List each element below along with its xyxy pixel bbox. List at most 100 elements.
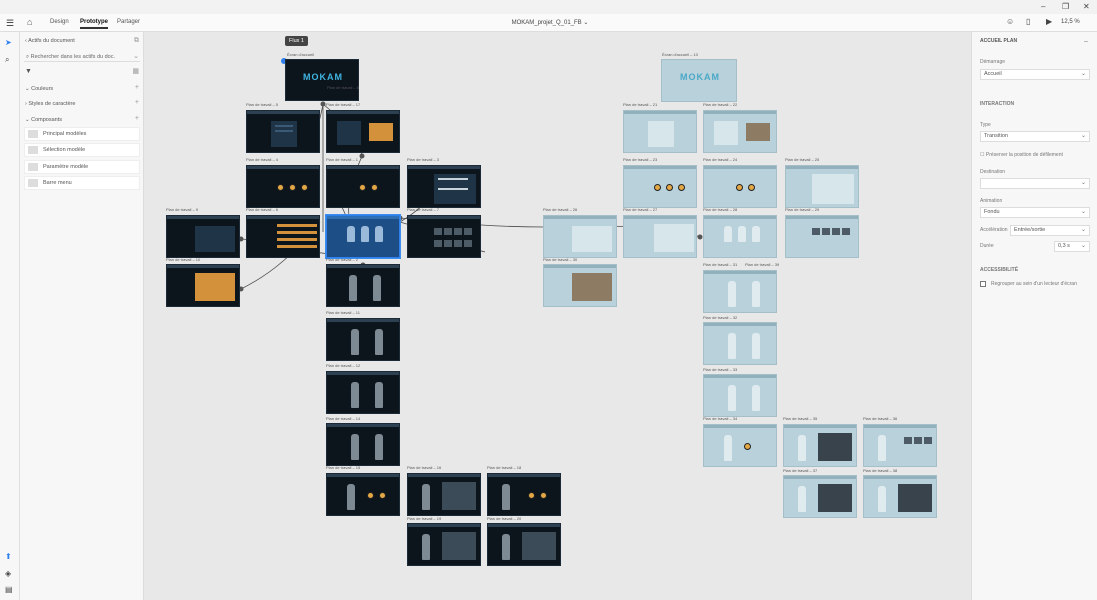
component-item[interactable]: Principal modèles bbox=[24, 127, 140, 141]
artboard-3[interactable] bbox=[407, 165, 481, 208]
tab-share[interactable]: Partager bbox=[117, 19, 140, 25]
artboard-label[interactable]: Plan de travail – 4 bbox=[246, 157, 278, 162]
artboard-label[interactable]: Plan de travail – 3 bbox=[407, 157, 439, 162]
assets-icon[interactable]: ▤ bbox=[5, 585, 13, 594]
plugins-icon[interactable]: ⬆ bbox=[5, 552, 12, 561]
artboard-label[interactable]: Plan de travail – 1 bbox=[326, 157, 358, 162]
artboard-label[interactable]: Plan de travail – 28 bbox=[703, 207, 737, 212]
artboard-33[interactable] bbox=[703, 374, 777, 417]
prototype-canvas[interactable]: Flux 1 Écran d'accueil MOKAM Plan de tra… bbox=[145, 32, 971, 600]
artboard-label[interactable]: Écran d'accueil bbox=[287, 52, 314, 57]
artboard-18[interactable] bbox=[487, 473, 561, 516]
duration-select[interactable]: 0,3 s ⌄ bbox=[1054, 241, 1090, 252]
artboard-label[interactable]: Plan de travail – 27 bbox=[623, 207, 657, 212]
artboard-label[interactable]: Écran d'accueil – 13 bbox=[662, 52, 698, 57]
layers-icon[interactable]: ◈ bbox=[5, 569, 11, 578]
artboard-1[interactable] bbox=[326, 165, 400, 208]
grid-view-icon[interactable]: ▦ bbox=[132, 67, 139, 75]
artboard-label[interactable]: Plan de travail – 16 bbox=[407, 465, 441, 470]
component-item[interactable]: Paramètre modèle bbox=[24, 160, 140, 174]
artboard-label[interactable]: Plan de travail – 29 bbox=[785, 207, 819, 212]
artboard-label[interactable]: Plan de travail – 7 bbox=[407, 207, 439, 212]
document-title[interactable]: MOKAM_projet_Q_01_FB ⌄ bbox=[500, 19, 600, 26]
artboard-15[interactable] bbox=[326, 473, 400, 516]
restore-icon[interactable]: ❐ bbox=[1062, 2, 1069, 11]
zoom-tool-icon[interactable]: ⌕ bbox=[5, 55, 9, 65]
tab-prototype[interactable]: Prototype bbox=[80, 19, 109, 29]
easing-select[interactable]: Entrée/sortie ⌄ bbox=[1010, 225, 1090, 236]
artboard-12[interactable] bbox=[326, 371, 400, 414]
select-tool-icon[interactable]: ➤ bbox=[5, 38, 12, 47]
artboard-label[interactable]: Plan de travail – 17 bbox=[326, 102, 360, 107]
artboard-5[interactable] bbox=[246, 110, 320, 153]
artboard-2[interactable] bbox=[326, 264, 400, 307]
artboard-label[interactable]: Plan de travail – 10 bbox=[166, 257, 200, 262]
filter-icon[interactable]: ▼ bbox=[25, 68, 32, 75]
home-icon[interactable]: ⌂ bbox=[27, 17, 32, 27]
artboard-11[interactable] bbox=[326, 318, 400, 361]
type-select[interactable]: Transition ⌄ bbox=[980, 131, 1090, 142]
artboard-label[interactable]: Plan de travail – 11 bbox=[326, 310, 360, 315]
artboard-label[interactable]: Plan de travail – 31 bbox=[703, 262, 737, 267]
component-item[interactable]: Barre menu bbox=[24, 176, 140, 190]
artboard-25[interactable] bbox=[785, 165, 859, 208]
artboard-7[interactable] bbox=[407, 215, 481, 258]
section-colors[interactable]: ⌄ Couleurs bbox=[25, 86, 53, 92]
artboard-label[interactable]: Plan de travail – 18 bbox=[487, 465, 521, 470]
artboard-16[interactable] bbox=[407, 473, 481, 516]
artboard-10[interactable] bbox=[166, 264, 240, 307]
preserve-scroll-checkbox[interactable]: ☐ Préserver la position de défilement bbox=[980, 152, 1063, 158]
component-item[interactable]: Sélection modèle bbox=[24, 143, 140, 157]
artboard-29[interactable] bbox=[785, 215, 859, 258]
artboard-35[interactable] bbox=[783, 424, 857, 467]
artboard-label[interactable]: Plan de travail – 35 bbox=[783, 416, 817, 421]
artboard-38[interactable] bbox=[863, 475, 937, 518]
artboard-label[interactable]: Plan de travail – 20 bbox=[487, 516, 521, 521]
artboard-label[interactable]: Plan de travail – 21 bbox=[623, 102, 657, 107]
artboard-28[interactable] bbox=[703, 215, 777, 258]
artboard-label[interactable]: Plan de travail – 14 bbox=[326, 416, 360, 421]
artboard-19[interactable] bbox=[407, 523, 481, 566]
artboard-selected[interactable] bbox=[325, 214, 401, 259]
artboard-label[interactable]: Plan de travail – 37 bbox=[783, 468, 817, 473]
artboard-30[interactable] bbox=[543, 264, 617, 307]
artboard-14[interactable] bbox=[326, 423, 400, 466]
add-component-icon[interactable]: + bbox=[135, 115, 139, 122]
device-preview-icon[interactable]: ▯ bbox=[1026, 17, 1030, 26]
artboard-6[interactable] bbox=[246, 215, 320, 258]
artboard-label[interactable]: Plan de travail – 34 bbox=[703, 416, 737, 421]
artboard-label[interactable]: Plan de travail – 2 bbox=[326, 257, 358, 262]
artboard-label[interactable]: Plan de travail – 23 bbox=[623, 157, 657, 162]
close-icon[interactable]: ✕ bbox=[1083, 2, 1090, 11]
artboard-label[interactable]: Plan de travail – 30 bbox=[543, 257, 577, 262]
artboard-4[interactable] bbox=[246, 165, 320, 208]
artboard-label[interactable]: Plan de travail – 8 bbox=[327, 85, 359, 90]
artboard-23[interactable] bbox=[623, 165, 697, 208]
animation-select[interactable]: Fondu ⌄ bbox=[980, 207, 1090, 218]
launch-select[interactable]: Accueil ⌄ bbox=[980, 69, 1090, 80]
artboard-20[interactable] bbox=[487, 523, 561, 566]
collapse-icon[interactable]: – bbox=[1084, 38, 1088, 45]
hamburger-menu-icon[interactable]: ☰ bbox=[6, 18, 14, 29]
artboard-label[interactable]: Plan de travail – 38 bbox=[863, 468, 897, 473]
artboard-22[interactable] bbox=[703, 110, 777, 153]
artboard-label[interactable]: Plan de travail – 39 bbox=[745, 262, 779, 267]
add-style-icon[interactable]: + bbox=[135, 99, 139, 106]
artboard-9[interactable] bbox=[166, 215, 240, 258]
assets-panel-header[interactable]: ‹ Actifs du document bbox=[25, 38, 75, 44]
artboard-label[interactable]: Plan de travail – 33 bbox=[703, 367, 737, 372]
artboard-label[interactable]: Plan de travail – 9 bbox=[166, 207, 198, 212]
add-color-icon[interactable]: + bbox=[135, 84, 139, 91]
zoom-level[interactable]: 12,5 % bbox=[1061, 19, 1080, 25]
section-components[interactable]: ⌄ Composants bbox=[25, 117, 62, 123]
screen-reader-checkbox[interactable] bbox=[980, 281, 986, 287]
destination-select[interactable]: ⌄ bbox=[980, 178, 1090, 189]
artboard-27[interactable] bbox=[623, 215, 697, 258]
account-icon[interactable]: ☺ bbox=[1006, 17, 1014, 26]
artboard-label[interactable]: Plan de travail – 15 bbox=[326, 465, 360, 470]
artboard-21[interactable] bbox=[623, 110, 697, 153]
artboard-34[interactable] bbox=[703, 424, 777, 467]
artboard-label[interactable]: Plan de travail – 24 bbox=[703, 157, 737, 162]
artboard-label[interactable]: Plan de travail – 5 bbox=[246, 102, 278, 107]
artboard-label[interactable]: Plan de travail – 22 bbox=[703, 102, 737, 107]
